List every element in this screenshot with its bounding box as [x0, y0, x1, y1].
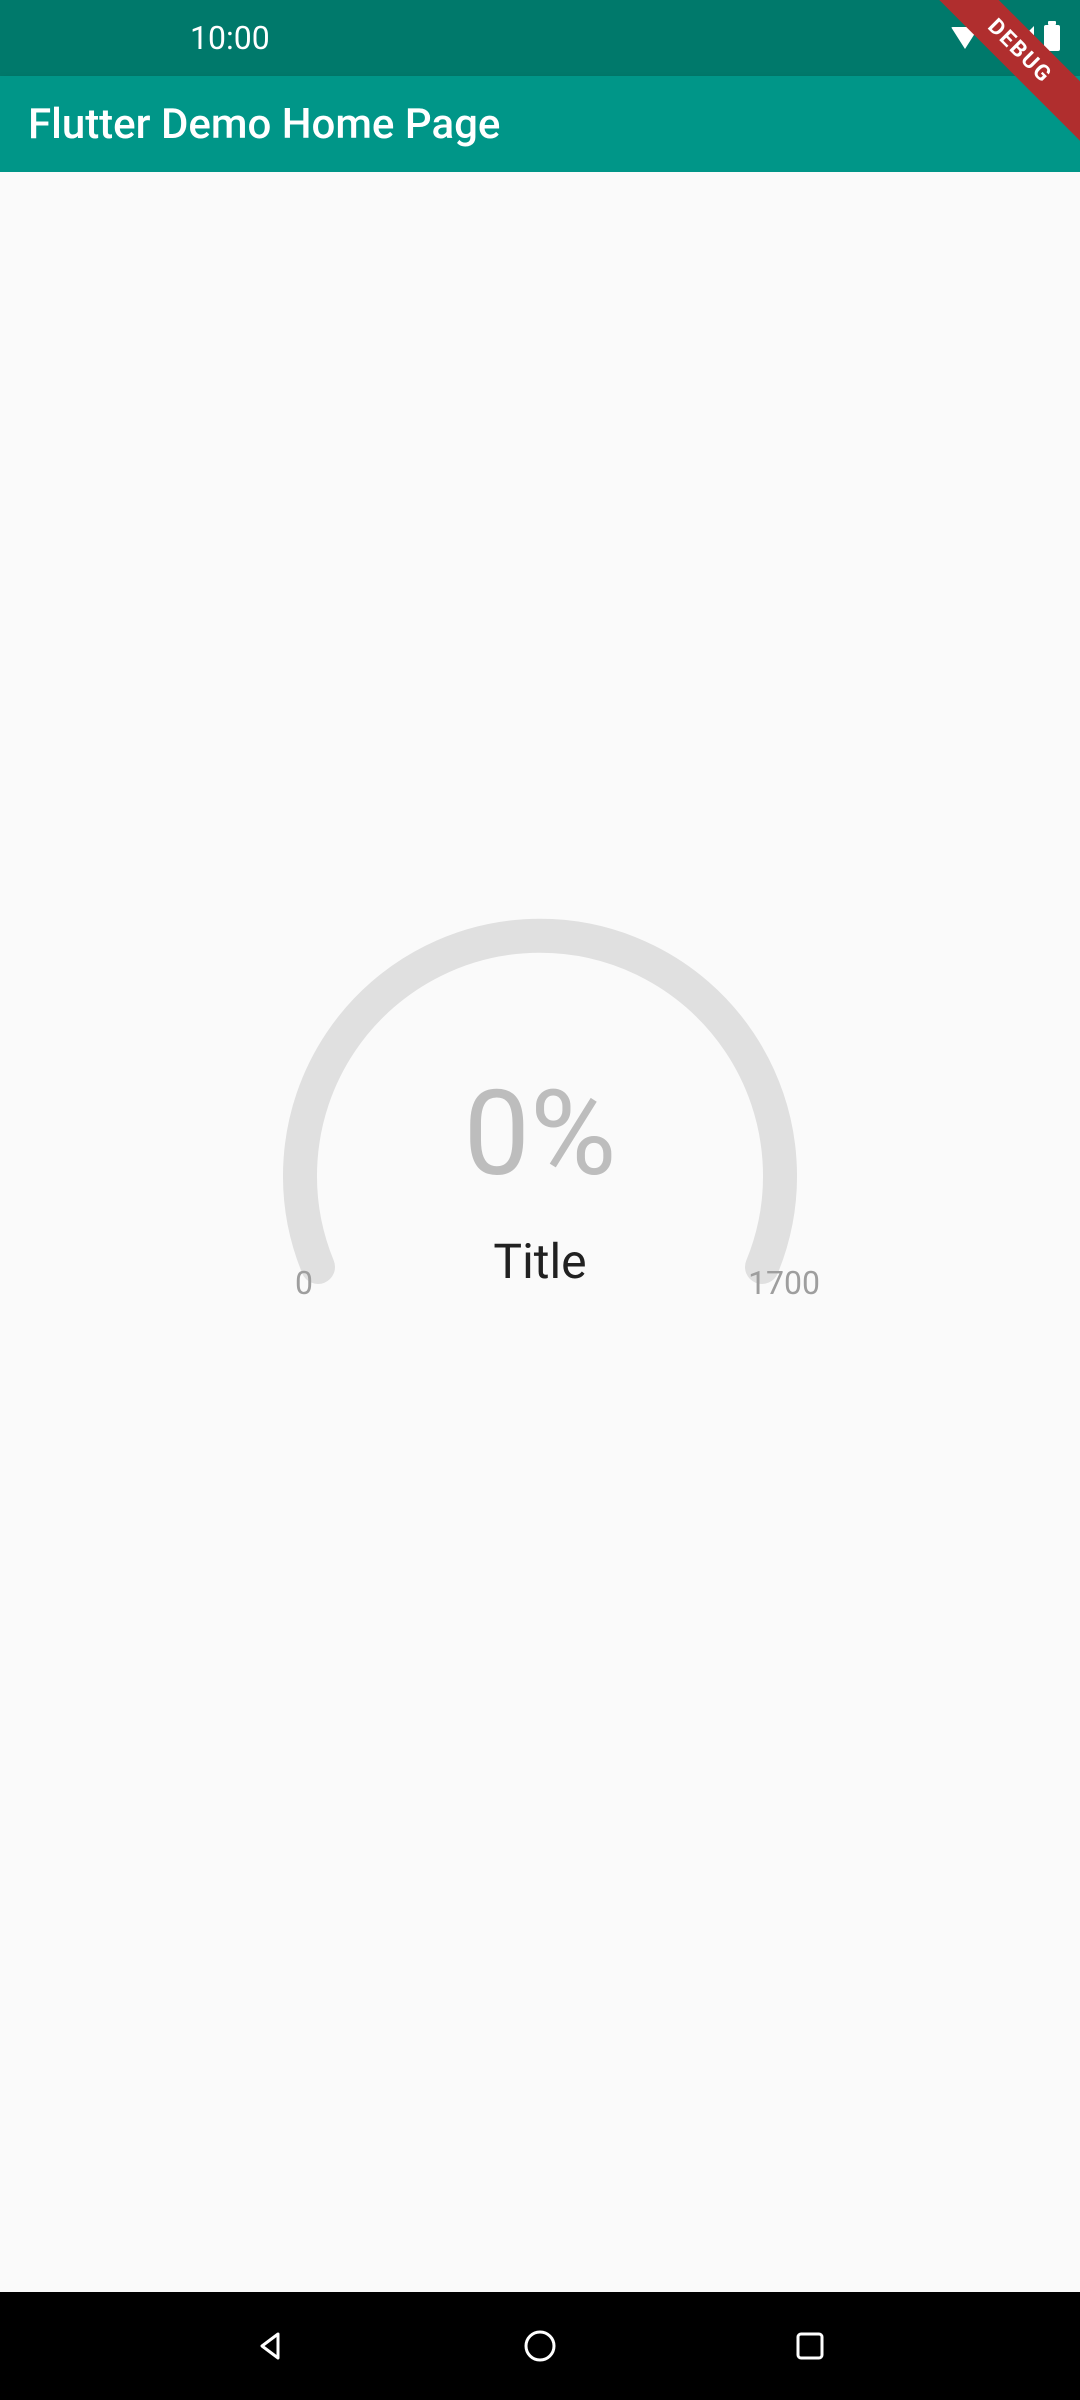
gauge-center: 0% Title	[280, 907, 800, 1427]
back-button[interactable]	[245, 2321, 295, 2371]
gauge-title: Title	[493, 1233, 586, 1290]
gauge-min-label: 0	[295, 1264, 313, 1302]
gauge-value: 0%	[464, 1065, 617, 1203]
main-content: 0% Title 0 1700	[0, 172, 1080, 2292]
recent-apps-icon	[792, 2328, 828, 2364]
gauge-chart: 0% Title 0 1700	[280, 907, 800, 1427]
status-time: 10:00	[190, 19, 270, 57]
home-icon	[522, 2328, 558, 2364]
debug-banner-label: DEBUG	[924, 0, 1080, 147]
home-button[interactable]	[515, 2321, 565, 2371]
debug-banner: DEBUG	[900, 0, 1080, 180]
back-icon	[252, 2328, 288, 2364]
recent-apps-button[interactable]	[785, 2321, 835, 2371]
app-bar-title: Flutter Demo Home Page	[28, 100, 500, 149]
gauge-max-label: 1700	[748, 1264, 820, 1302]
navigation-bar	[0, 2292, 1080, 2400]
